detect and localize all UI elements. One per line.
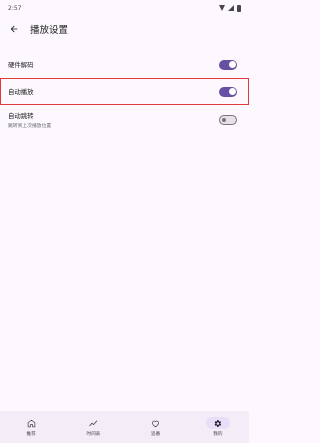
toggle-knob [222, 118, 226, 122]
setting-row-autoplay[interactable]: 自动播放 [0, 78, 249, 105]
nav-item-schedule[interactable]: 时间表 [68, 417, 118, 437]
status-bar: 2:57 [0, 0, 249, 16]
setting-text: 自动跳转 跳转到上次播放位置 [8, 111, 51, 129]
nav-label: 我的 [213, 432, 223, 437]
setting-row-auto-jump[interactable]: 自动跳转 跳转到上次播放位置 [0, 105, 249, 135]
setting-row-hardware-decoding[interactable]: 硬件解码 [0, 51, 249, 78]
nav-label: 时间表 [86, 432, 101, 437]
signal-icon [228, 5, 234, 11]
nav-item-following[interactable]: 追番 [131, 417, 181, 437]
bottom-navigation: 推荐 时间表 追番 我的 [0, 411, 249, 443]
setting-description: 跳转到上次播放位置 [8, 124, 52, 129]
nav-icon-container [144, 417, 168, 429]
arrow-back-icon [10, 25, 18, 33]
page-title: 播放设置 [30, 25, 69, 36]
battery-icon [237, 4, 241, 12]
setting-text: 自动播放 [8, 87, 34, 96]
nav-icon-container [19, 417, 43, 429]
nav-item-recommend[interactable]: 推荐 [6, 417, 56, 437]
gear-icon [215, 419, 222, 427]
toggle-knob [228, 61, 236, 68]
nav-label: 追番 [151, 432, 161, 437]
setting-label: 硬件解码 [8, 61, 34, 69]
auto-jump-toggle[interactable] [219, 115, 237, 125]
nav-label: 推荐 [26, 432, 36, 437]
app-bar: 播放设置 [0, 16, 249, 42]
home-icon [27, 419, 35, 427]
trend-icon [89, 419, 98, 426]
nav-item-mine[interactable]: 我的 [193, 417, 243, 437]
heart-icon [152, 420, 160, 427]
setting-text: 硬件解码 [8, 60, 34, 69]
toggle-knob [228, 88, 236, 95]
nav-icon-container [81, 417, 105, 429]
back-button[interactable] [7, 22, 21, 36]
hardware-decoding-toggle[interactable] [219, 59, 237, 70]
status-time: 2:57 [8, 4, 22, 12]
setting-label: 自动跳转 [8, 112, 34, 120]
wifi-icon [219, 5, 225, 11]
autoplay-toggle[interactable] [219, 86, 237, 97]
nav-icon-container [205, 417, 230, 429]
setting-label: 自动播放 [8, 88, 34, 96]
settings-list: 硬件解码 自动播放 自动跳转 跳转到上次播放位置 [0, 51, 249, 135]
status-icons [219, 4, 241, 12]
